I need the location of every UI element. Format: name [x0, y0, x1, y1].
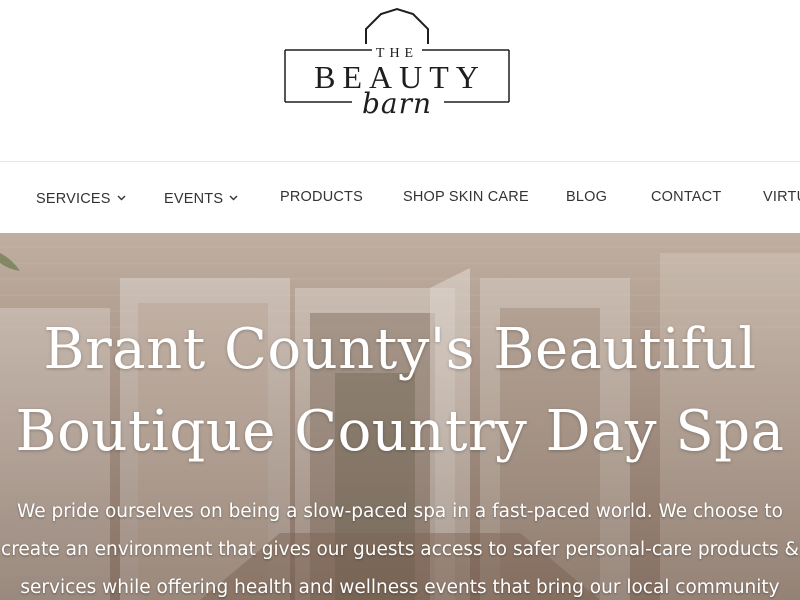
nav-item-products[interactable]: PRODUCTS [280, 186, 363, 208]
chevron-down-icon [117, 186, 126, 208]
site-logo[interactable]: THE BEAUTY barn [280, 4, 514, 126]
hero-title-line: Brant County's Beautiful [43, 317, 757, 382]
main-navigation: SERVICES EVENTS PRODUCTS SHOP SKIN CARE … [0, 161, 800, 233]
nav-item-services[interactable]: SERVICES [36, 186, 126, 208]
nav-item-label: PRODUCTS [280, 189, 363, 205]
nav-item-shop-skin-care[interactable]: SHOP SKIN CARE [403, 186, 529, 208]
hero-description: We pride ourselves on being a slow-paced… [0, 493, 800, 600]
logo-barn-text: barn [361, 87, 433, 120]
nav-item-label: SHOP SKIN CARE [403, 189, 529, 205]
hero-banner: Brant County's Beautiful Boutique Countr… [0, 233, 800, 600]
hero-description-line: We pride ourselves on being a slow-paced… [17, 501, 783, 522]
nav-item-label: VIRTU [763, 189, 800, 205]
nav-item-virtual[interactable]: VIRTU [763, 186, 800, 208]
nav-item-label: BLOG [566, 189, 608, 205]
hero-description-line: create an environment that gives our gue… [1, 539, 799, 560]
site-header: THE BEAUTY barn [0, 0, 800, 161]
chevron-down-icon [229, 186, 238, 208]
nav-item-label: CONTACT [651, 189, 722, 205]
nav-item-contact[interactable]: CONTACT [651, 186, 721, 208]
hero-title-line: Boutique Country Day Spa [15, 399, 785, 464]
nav-item-label: EVENTS [164, 191, 224, 207]
nav-item-blog[interactable]: BLOG [566, 186, 607, 208]
nav-item-events[interactable]: EVENTS [164, 186, 238, 208]
nav-item-label: SERVICES [36, 191, 111, 207]
hero-description-line: services while offering health and welln… [20, 577, 780, 598]
hero-title: Brant County's Beautiful Boutique Countr… [0, 309, 800, 473]
